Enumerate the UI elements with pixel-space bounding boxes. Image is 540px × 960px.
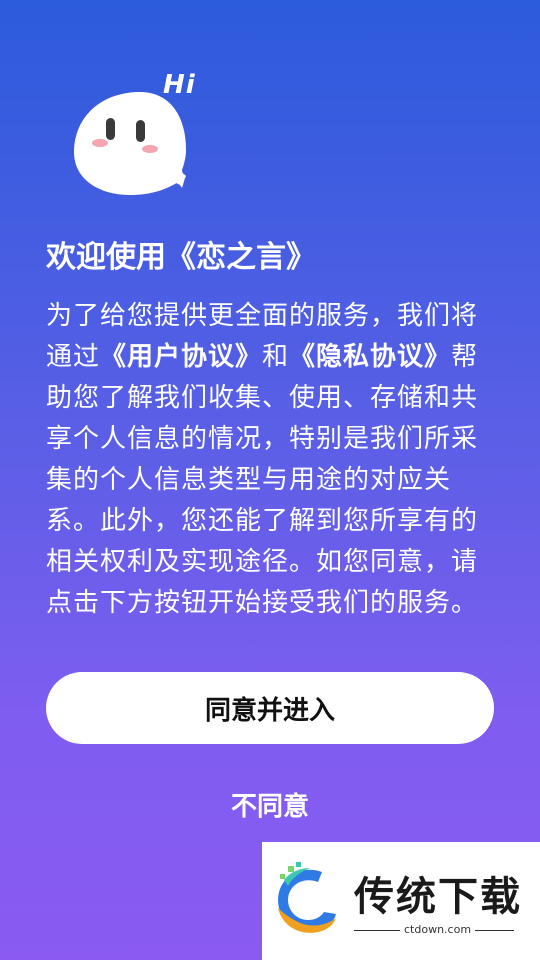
- greeting-hi: Hi: [163, 70, 196, 100]
- watermark-badge: 传统下载 ctdown.com: [262, 842, 540, 960]
- user-agreement-link[interactable]: 《用户协议》: [100, 342, 262, 372]
- watermark-url: ctdown.com: [400, 923, 476, 936]
- disagree-button[interactable]: 不同意: [0, 786, 540, 823]
- watermark-brand: 传统下载: [354, 874, 522, 920]
- dialog-title: 欢迎使用《恋之言》: [46, 240, 316, 275]
- watermark-logo-icon: [278, 862, 336, 933]
- agree-button-label: 同意并进入: [204, 695, 335, 726]
- agree-and-enter-button[interactable]: 同意并进入: [46, 672, 494, 744]
- mascot-illustration: [74, 92, 186, 195]
- privacy-notice-text: 为了给您提供更全面的服务，我们将通过《用户协议》和《隐私协议》帮助您了解我们收集…: [46, 296, 496, 624]
- privacy-agreement-link[interactable]: 《隐私协议》: [289, 342, 451, 372]
- notice-text-part2: 帮助您了解我们收集、使用、存储和共享个人信息的情况，特别是我们所采集的个人信息类…: [46, 342, 479, 618]
- notice-text-and: 和: [262, 342, 290, 372]
